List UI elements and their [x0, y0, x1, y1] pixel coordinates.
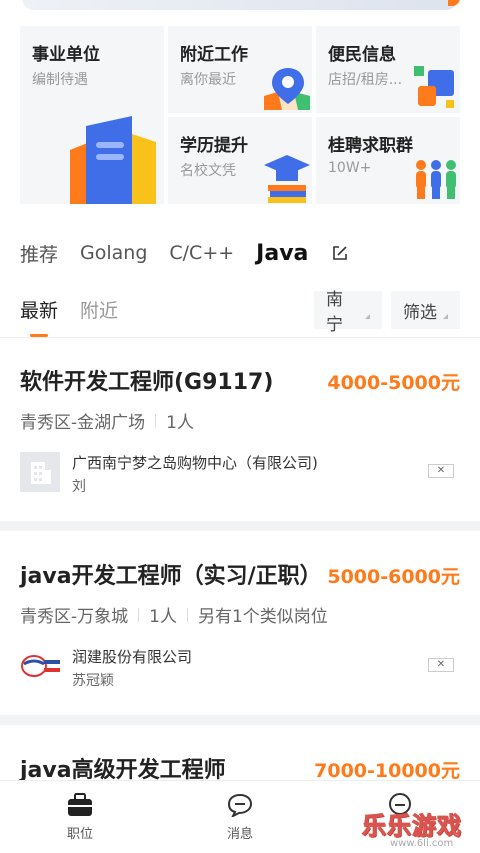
- dismiss-icon[interactable]: ✕: [428, 658, 454, 672]
- job-title: java开发工程师（实习/正职）: [20, 564, 322, 589]
- people-group-icon: [416, 160, 456, 199]
- tile-subtitle: 离你最近: [180, 72, 236, 88]
- job-salary: 7000-10000元: [314, 760, 460, 782]
- tile-public-institution[interactable]: 事业单位 编制待遇: [20, 26, 164, 204]
- job-salary: 5000-6000元: [327, 566, 460, 588]
- meta-separator: [155, 413, 157, 428]
- tile-local-info[interactable]: 便民信息 店招/租房...: [316, 26, 460, 113]
- watermark: 乐乐游戏 www.6ll.com: [362, 806, 480, 853]
- tile-title: 桂聘求职群: [328, 136, 413, 156]
- tile-education[interactable]: 学历提升 名校文凭: [168, 117, 312, 204]
- company-row: 广西南宁梦之岛购物中心（有限公司) 刘 ✕: [20, 452, 460, 495]
- job-salary: 4000-5000元: [327, 372, 460, 394]
- map-pin-icon: [264, 68, 310, 110]
- company-logo: [21, 655, 60, 677]
- city-filter-button[interactable]: 南宁: [314, 290, 382, 335]
- tile-nearby-jobs[interactable]: 附近工作 离你最近: [168, 26, 312, 113]
- tab-c-cpp[interactable]: C/C++: [169, 242, 234, 264]
- category-tabs: 推荐 Golang C/C++ Java: [20, 236, 348, 270]
- edit-icon[interactable]: [332, 245, 348, 261]
- tab-recommend[interactable]: 推荐: [20, 240, 58, 267]
- blocks-icon: [414, 66, 454, 108]
- meta-separator: [138, 607, 140, 622]
- corner-arrow-icon: [365, 313, 370, 319]
- briefcase-icon: [68, 793, 92, 816]
- job-headcount: 1人: [149, 607, 177, 627]
- company-row: 润建股份有限公司 苏冠颖 ✕: [20, 646, 460, 689]
- tile-subtitle: 编制待遇: [32, 72, 88, 88]
- banner-accent: [448, 0, 460, 6]
- tab-newest[interactable]: 最新: [20, 296, 58, 337]
- company-placeholder-icon: [20, 452, 60, 492]
- tile-job-group[interactable]: 桂聘求职群 10W+: [316, 117, 460, 204]
- company-name: 广西南宁梦之岛购物中心（有限公司): [72, 454, 318, 472]
- job-similar: 另有1个类似岗位: [197, 607, 328, 627]
- tile-subtitle: 店招/租房...: [328, 72, 403, 88]
- chat-bubble-icon: [227, 793, 253, 817]
- top-banner-edge[interactable]: [0, 0, 480, 14]
- filter-button[interactable]: 筛选: [391, 291, 460, 329]
- recruiter-name: 刘: [72, 479, 86, 495]
- tile-title: 学历提升: [180, 136, 248, 156]
- tab-java[interactable]: Java: [256, 241, 308, 266]
- job-meta: 青秀区-万象城 1人 另有1个类似岗位: [20, 602, 328, 627]
- job-headcount: 1人: [166, 413, 194, 433]
- nav-messages[interactable]: 消息: [200, 793, 280, 842]
- company-name: 润建股份有限公司: [72, 648, 193, 666]
- recruiter-name: 苏冠颖: [72, 673, 114, 689]
- tile-subtitle: 名校文凭: [180, 163, 236, 179]
- nav-jobs[interactable]: 职位: [40, 793, 120, 842]
- graduation-cap-icon: [264, 155, 310, 203]
- tile-title: 便民信息: [328, 45, 396, 65]
- category-grid: 事业单位 编制待遇 附近工作 离你最近 便民信息 店招/租房... 学历提升 名…: [20, 26, 460, 204]
- nav-label: 消息: [226, 827, 253, 842]
- sort-tabs: 最新 附近: [20, 296, 140, 337]
- banner-strip: [22, 0, 458, 10]
- city-label: 南宁: [326, 290, 343, 335]
- watermark-url: www.6ll.com: [390, 838, 454, 849]
- meta-separator: [186, 607, 188, 622]
- tile-title: 事业单位: [32, 45, 100, 65]
- tile-subtitle: 10W+: [328, 160, 372, 176]
- filter-label: 筛选: [403, 302, 437, 323]
- job-location: 青秀区-万象城: [20, 607, 129, 627]
- building-icon: [70, 116, 156, 204]
- card-separator: [0, 521, 480, 531]
- dismiss-icon[interactable]: ✕: [428, 464, 454, 478]
- job-meta: 青秀区-金湖广场 1人: [20, 408, 194, 433]
- corner-arrow-icon: [443, 313, 448, 319]
- tab-golang[interactable]: Golang: [80, 242, 147, 264]
- nav-label: 职位: [66, 827, 93, 842]
- divider: [0, 337, 480, 338]
- watermark-text: 乐乐游戏: [362, 812, 462, 841]
- job-title: 软件开发工程师(G9117): [20, 370, 274, 395]
- job-location: 青秀区-金湖广场: [20, 413, 146, 433]
- card-separator: [0, 715, 480, 725]
- tile-title: 附近工作: [180, 45, 248, 65]
- tab-nearby[interactable]: 附近: [80, 296, 118, 326]
